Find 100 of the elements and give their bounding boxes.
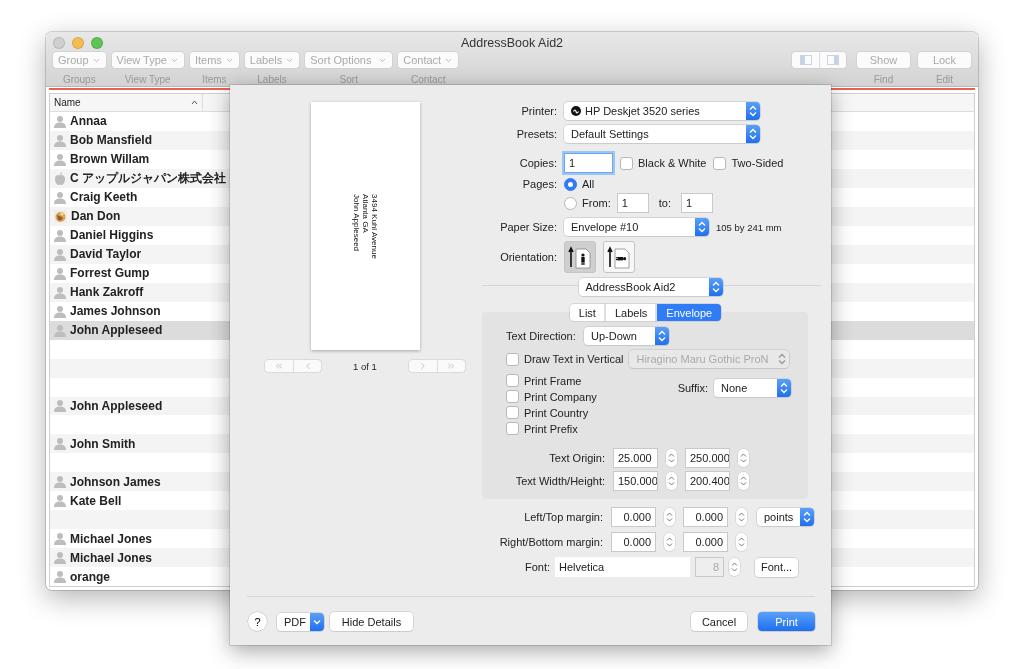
stepper[interactable] xyxy=(729,558,740,576)
radio-button[interactable] xyxy=(564,177,577,191)
person-icon xyxy=(54,323,66,337)
help-button[interactable]: ? xyxy=(248,612,267,631)
popup-arrows-icon xyxy=(695,218,709,236)
stepper-arrows-icon xyxy=(740,475,747,487)
orientation-button[interactable] xyxy=(564,241,596,273)
field-label: Suffix: xyxy=(677,382,708,394)
person-icon xyxy=(54,133,66,147)
stepper[interactable] xyxy=(664,533,675,551)
checkbox-square[interactable] xyxy=(506,406,519,419)
checkbox-square[interactable] xyxy=(506,422,519,435)
number-field[interactable]: 25.000 xyxy=(613,448,658,468)
number-field[interactable]: 250.000 xyxy=(685,448,730,468)
contact-name: Dan Don xyxy=(71,209,121,224)
field-label: Right/Bottom margin: xyxy=(498,536,603,548)
cancel-button[interactable]: Cancel xyxy=(691,612,747,631)
print-button[interactable]: Print xyxy=(758,612,815,631)
checkbox[interactable]: Draw Text in Vertical xyxy=(506,352,624,366)
toolbar-label: Edit xyxy=(935,74,954,85)
apple-icon xyxy=(54,171,66,185)
popup-arrows-icon xyxy=(746,125,760,143)
field-label: Text Direction: xyxy=(506,330,577,342)
field-label: Font: xyxy=(523,561,550,573)
stepper[interactable] xyxy=(736,533,747,551)
number-field[interactable]: 0.000 xyxy=(683,507,728,527)
minimize-button[interactable] xyxy=(72,36,84,49)
checkbox[interactable]: Print Country xyxy=(506,406,597,419)
checkbox-square[interactable] xyxy=(506,390,519,403)
contact-name: Michael Jones xyxy=(70,550,153,565)
person-icon xyxy=(54,551,66,565)
checkbox-square[interactable] xyxy=(506,374,519,387)
sidebar-left-icon xyxy=(799,55,812,65)
sidebar-right-icon xyxy=(827,55,839,65)
field-label: Presets: xyxy=(515,128,557,140)
field-label: Pages: xyxy=(521,178,557,190)
close-button[interactable] xyxy=(53,36,65,49)
to-page-field[interactable]: 1 xyxy=(680,193,713,213)
portrait-orientation-icon xyxy=(568,245,592,269)
contact-name: John Smith xyxy=(70,436,136,451)
contact-name: Annaa xyxy=(70,114,107,129)
checkbox[interactable]: Print Company xyxy=(506,390,597,403)
person-icon xyxy=(54,285,66,299)
person-icon xyxy=(54,114,66,128)
radio-button[interactable] xyxy=(564,196,577,210)
radio-option[interactable]: All xyxy=(564,177,595,191)
checkbox[interactable]: Black & White xyxy=(620,156,707,170)
hide-details-button[interactable]: Hide Details xyxy=(330,612,413,631)
stepper[interactable] xyxy=(666,449,677,467)
tab[interactable]: Labels xyxy=(604,304,657,321)
printer-popup[interactable]: HP Deskjet 3520 series xyxy=(564,102,760,120)
toolbar-label: Labels xyxy=(257,74,287,85)
contact-name: Hank Zakroff xyxy=(70,285,144,300)
address-line: 3494 Kuhl Avenue xyxy=(369,193,379,259)
radio-option[interactable]: From: xyxy=(564,196,611,210)
checkbox-square[interactable] xyxy=(506,352,519,366)
font-field[interactable]: Helvetica xyxy=(555,557,690,577)
checkbox[interactable]: Print Frame xyxy=(506,374,597,387)
checkbox[interactable]: Print Prefix xyxy=(506,422,597,435)
from-page-field[interactable]: 1 xyxy=(616,193,649,213)
checkbox-square[interactable] xyxy=(713,156,727,170)
popup-arrows-icon xyxy=(746,102,760,120)
stepper[interactable] xyxy=(738,472,749,490)
stepper[interactable] xyxy=(736,508,747,526)
paper-size-popup[interactable]: Envelope #10 xyxy=(564,218,709,236)
number-field[interactable]: 0.000 xyxy=(683,532,728,552)
zoom-button[interactable] xyxy=(91,36,103,49)
number-field[interactable]: 200.400 xyxy=(685,471,730,491)
orientation-button[interactable] xyxy=(603,241,635,273)
stepper[interactable] xyxy=(664,508,675,526)
person-icon xyxy=(54,228,66,242)
chevron-down-icon xyxy=(310,612,324,631)
contact-name: Bob Mansfield xyxy=(70,133,152,148)
stepper-arrows-icon xyxy=(738,536,745,548)
number-field[interactable]: 0.000 xyxy=(611,532,656,552)
presets-popup[interactable]: Default Settings xyxy=(564,125,760,143)
number-field[interactable]: 0.000 xyxy=(611,507,656,527)
number-field[interactable]: 150.000 xyxy=(613,471,658,491)
toolbar-label: Groups xyxy=(62,74,96,85)
column-header[interactable]: Name xyxy=(50,94,203,111)
font-button[interactable]: Font... xyxy=(755,557,799,577)
checkbox[interactable]: Two-Sided xyxy=(713,156,784,170)
popup-arrows-icon xyxy=(777,379,791,397)
copies-field[interactable]: 1 xyxy=(564,153,613,173)
tab[interactable]: Envelope xyxy=(656,304,722,321)
person-icon xyxy=(54,152,66,166)
suffix-popup[interactable]: None xyxy=(714,379,791,397)
stepper[interactable] xyxy=(666,472,677,490)
plugin-popup[interactable]: AddressBook Aid2 xyxy=(578,278,723,296)
checkbox-square[interactable] xyxy=(620,156,633,170)
unit-popup[interactable]: points xyxy=(757,508,814,526)
status-icon xyxy=(571,106,581,116)
field-label: Printer: xyxy=(520,105,557,117)
pdf-menu-button[interactable]: PDF xyxy=(277,612,324,631)
person-icon xyxy=(54,266,66,280)
tab[interactable]: List xyxy=(569,304,605,321)
toolbar-label: View Type xyxy=(124,74,171,85)
field-label: Copies: xyxy=(518,157,557,169)
stepper[interactable] xyxy=(738,449,749,467)
text-direction-popup[interactable]: Up-Down xyxy=(584,327,669,345)
